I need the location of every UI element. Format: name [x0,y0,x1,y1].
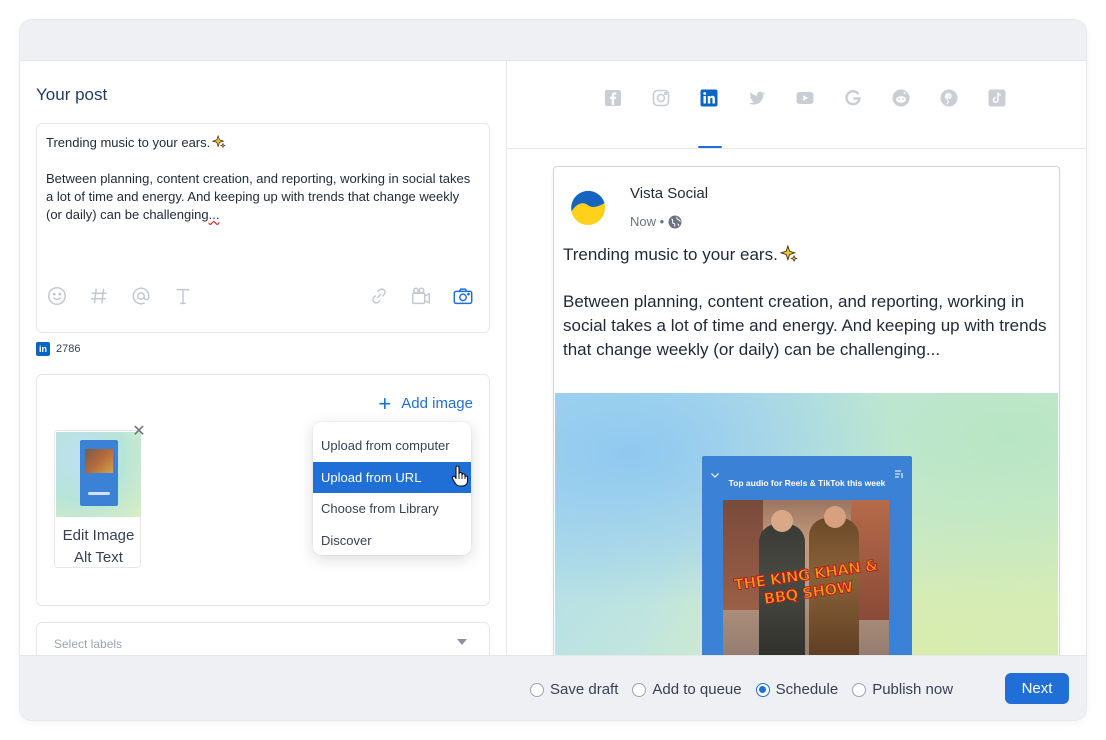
composer-window: Your post Trending music to your ears. Be… [20,20,1086,720]
post-text-line1: Trending music to your ears. [46,135,211,150]
preview-text: Trending music to your ears. Between pla… [563,243,1053,362]
preview-pane: Vista Social Now • Trending music to you… [507,61,1086,655]
option-save-draft[interactable]: Save draft [530,681,618,698]
option-schedule[interactable]: Schedule [755,681,838,698]
active-tab-indicator [698,146,722,148]
hand-cursor-icon [451,465,469,487]
text-format-icon[interactable] [171,284,195,308]
next-button[interactable]: Next [1005,673,1069,704]
menu-item-choose-library[interactable]: Choose from Library [313,493,471,525]
media-section: + Add image Edit Image Alt Text ✕ Upload… [36,374,490,606]
google-icon[interactable] [843,88,863,108]
preview-text-line1: Trending music to your ears. [563,245,778,264]
character-counter: in 2786 [36,342,80,356]
media-thumbnail[interactable]: Edit Image Alt Text [54,430,141,568]
mention-icon[interactable] [129,284,153,308]
phone-mockup: Top audio for Reels & TikTok this week T… [702,456,912,655]
video-icon[interactable] [409,284,433,308]
add-image-menu: Upload from computer Upload from URL Cho… [313,422,471,555]
hashtag-icon[interactable] [87,284,111,308]
editor-toolbar-right [367,284,475,308]
menu-item-upload-computer[interactable]: Upload from computer [313,430,471,462]
linkedin-icon: in [36,342,50,356]
sparkle-emoji-icon [779,245,798,263]
add-image-button[interactable]: + Add image [378,390,473,416]
top-strip [20,20,1086,61]
youtube-icon[interactable] [795,88,815,108]
radio-save-draft[interactable] [530,682,544,697]
menu-item-discover[interactable]: Discover [313,525,471,557]
sparkle-emoji-icon [212,135,227,149]
chevron-down-icon [457,639,467,645]
radio-publish-now[interactable] [852,682,867,697]
plus-icon: + [378,390,392,416]
network-tabs [507,61,1086,149]
thumbnail-image [56,432,141,517]
radio-schedule[interactable] [755,682,770,697]
edit-alt-text-line1: Edit Image [62,527,135,544]
tiktok-icon[interactable] [987,88,1007,108]
post-text-ellipsis: ... [208,207,220,222]
edit-alt-text-link[interactable]: Edit Image Alt Text [55,525,142,569]
linkedin-tab-icon[interactable] [699,88,719,108]
option-publish-now[interactable]: Publish now [852,681,953,698]
option-add-to-queue[interactable]: Add to queue [632,681,742,698]
post-editor[interactable]: Trending music to your ears. Between plan… [36,123,490,333]
edit-alt-text-line2: Alt Text [74,549,123,566]
reddit-icon[interactable] [891,88,911,108]
vista-social-logo [569,189,607,227]
link-icon[interactable] [367,284,391,308]
composer-pane: Your post Trending music to your ears. Be… [20,61,507,655]
album-cover: THE KING KHAN & BBQ SHOW [723,500,889,655]
post-meta: Now • [630,214,682,229]
facebook-icon[interactable] [603,88,623,108]
instagram-icon[interactable] [651,88,671,108]
post-text-body: Between planning, content creation, and … [46,171,474,222]
twitter-icon[interactable] [747,88,767,108]
post-preview-card: Vista Social Now • Trending music to you… [553,166,1060,655]
editor-toolbar-left [45,284,195,308]
menu-item-upload-url[interactable]: Upload from URL [313,461,471,493]
section-title: Your post [36,85,108,104]
character-count-value: 2786 [56,343,81,355]
post-time: Now • [630,214,665,229]
labels-placeholder: Select labels [54,637,123,651]
labels-select[interactable]: Select labels [36,622,490,655]
pinterest-icon[interactable] [939,88,959,108]
post-text[interactable]: Trending music to your ears. Between plan… [46,134,478,224]
account-name: Vista Social [630,185,709,202]
close-icon[interactable]: ✕ [132,423,146,440]
preview-text-body: Between planning, content creation, and … [563,292,1047,359]
globe-icon [668,215,682,228]
add-image-label: Add image [401,395,473,412]
publish-options: Save draft Add to queue Schedule Publish… [530,681,953,698]
radio-add-to-queue[interactable] [632,682,647,697]
emoji-icon[interactable] [45,284,69,308]
action-footer: Save draft Add to queue Schedule Publish… [20,655,1086,720]
phone-header: Top audio for Reels & TikTok this week [728,478,886,488]
camera-icon[interactable] [451,284,475,308]
preview-image: Top audio for Reels & TikTok this week T… [555,393,1058,655]
